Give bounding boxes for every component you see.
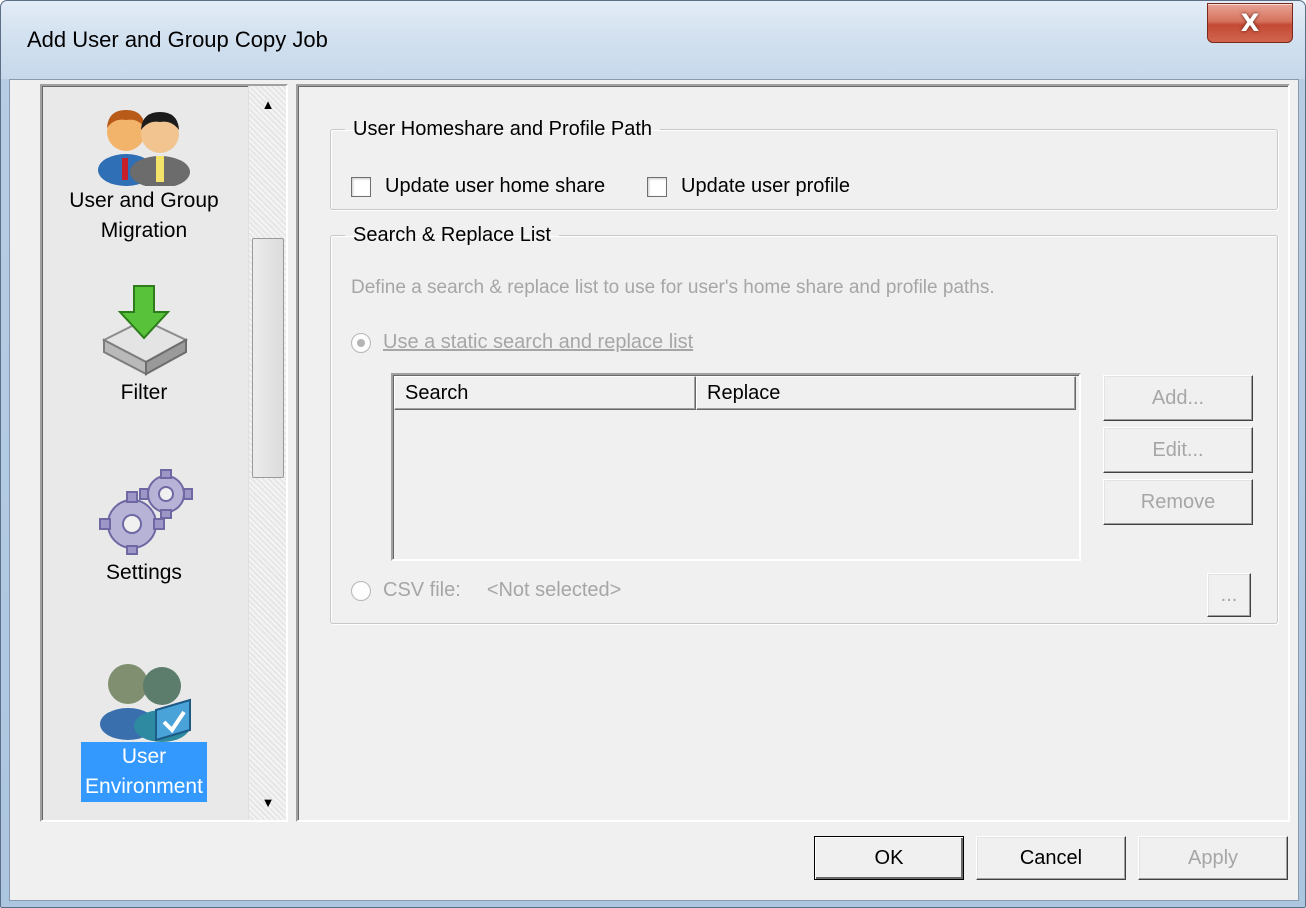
search-replace-group: Search & Replace List Define a search & …	[330, 224, 1278, 624]
checkbox-box[interactable]	[351, 176, 371, 197]
radio-button[interactable]	[351, 580, 371, 601]
content-panel: User Homeshare and Profile Path Update u…	[296, 84, 1290, 822]
user-environment-icon	[100, 664, 191, 742]
update-home-share-checkbox[interactable]: Update user home share	[351, 175, 605, 198]
list-header: Search Replace	[394, 376, 1078, 410]
group-legend: User Homeshare and Profile Path	[353, 118, 653, 140]
ok-button[interactable]: OK	[814, 836, 964, 880]
dialog-client-area: User and Group Migration Filter Settings…	[9, 79, 1299, 901]
search-replace-description: Define a search & replace list to use fo…	[351, 277, 995, 298]
sidebar-item-settings[interactable]: Settings	[42, 468, 246, 588]
browse-csv-button[interactable]: ...	[1207, 573, 1251, 617]
sidebar-scrollbar[interactable]: ▲ ▼	[248, 86, 286, 820]
cancel-button[interactable]: Cancel	[976, 836, 1126, 880]
sidebar-item-label: Settings	[106, 561, 182, 584]
sidebar-item-label: User and Group Migration	[69, 189, 219, 242]
radio-label: CSV file:	[383, 579, 461, 601]
users-icon	[98, 110, 190, 186]
scroll-up-icon: ▲	[261, 96, 275, 112]
radio-label: Use a static search and replace list	[383, 331, 694, 353]
group-legend: Search & Replace List	[353, 224, 551, 246]
scroll-down-icon: ▼	[261, 794, 275, 810]
sidebar-item-user-group-migration[interactable]: User and Group Migration	[42, 100, 246, 246]
edit-button[interactable]: Edit...	[1103, 427, 1253, 473]
sidebar-item-user-environment[interactable]: User Environment	[42, 652, 246, 802]
title-bar: Add User and Group Copy Job X	[1, 1, 1305, 79]
scroll-up-arrow[interactable]: ▲	[249, 86, 287, 122]
column-header-search[interactable]: Search	[394, 376, 696, 410]
remove-button[interactable]: Remove	[1103, 479, 1253, 525]
add-button[interactable]: Add...	[1103, 375, 1253, 421]
filter-icon	[101, 285, 189, 376]
search-replace-list[interactable]: Search Replace	[391, 373, 1081, 561]
radio-dot	[357, 338, 365, 347]
scroll-down-arrow[interactable]: ▼	[249, 784, 287, 820]
apply-button[interactable]: Apply	[1138, 836, 1288, 880]
csv-file-value: <Not selected>	[486, 579, 622, 601]
static-list-radio[interactable]: Use a static search and replace list	[351, 331, 693, 354]
close-button[interactable]: X	[1207, 3, 1293, 43]
sidebar-item-label: Filter	[120, 381, 168, 404]
scroll-thumb[interactable]	[252, 238, 284, 478]
gears-icon	[99, 469, 193, 555]
window-title: Add User and Group Copy Job	[27, 27, 328, 52]
update-profile-checkbox[interactable]: Update user profile	[647, 175, 850, 198]
sidebar-item-filter[interactable]: Filter	[42, 282, 246, 408]
sidebar-list: User and Group Migration Filter Settings…	[42, 86, 246, 820]
checkbox-box[interactable]	[647, 176, 667, 197]
checkbox-label: Update user home share	[385, 175, 606, 197]
column-header-replace[interactable]: Replace	[696, 376, 1076, 410]
close-icon: X	[1240, 9, 1260, 37]
checkbox-label: Update user profile	[681, 175, 850, 197]
dialog-window: Add User and Group Copy Job X User and G…	[0, 0, 1306, 908]
homeshare-profile-group: User Homeshare and Profile Path Update u…	[330, 118, 1278, 210]
sidebar: User and Group Migration Filter Settings…	[40, 84, 288, 822]
radio-button[interactable]	[351, 332, 371, 353]
sidebar-item-label: User Environment	[81, 742, 207, 802]
csv-file-radio[interactable]: CSV file: <Not selected>	[351, 579, 621, 602]
